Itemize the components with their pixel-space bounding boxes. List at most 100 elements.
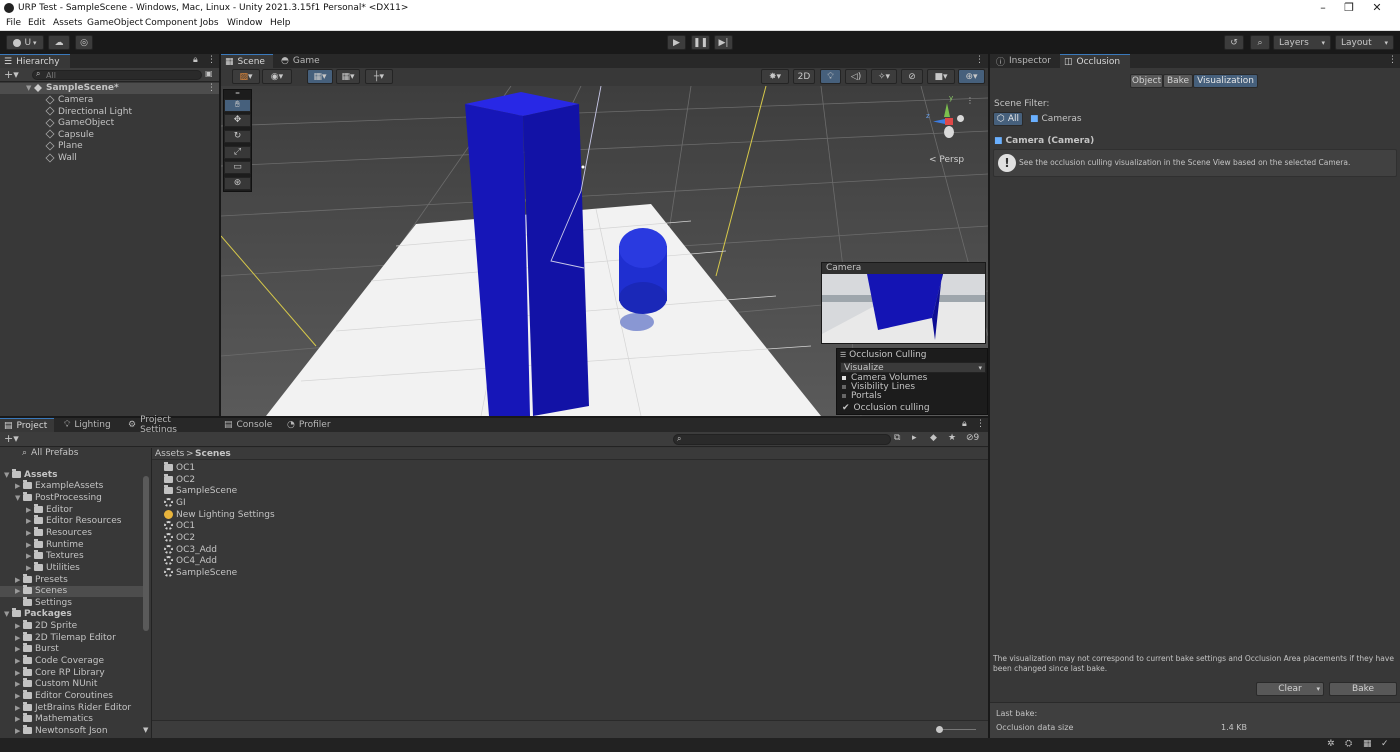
- bake-mode-button[interactable]: Bake: [1163, 74, 1193, 88]
- gizmos-dropdown[interactable]: ⊕ ▾: [958, 69, 985, 84]
- collapse-arrow-icon[interactable]: ▶: [15, 691, 23, 702]
- folder-tree-item[interactable]: ⌕ All Prefabs: [0, 448, 143, 459]
- hierarchy-item[interactable]: Plane: [0, 141, 219, 152]
- expand-arrow-icon[interactable]: ▼: [4, 609, 12, 620]
- collapse-arrow-icon[interactable]: ▶: [15, 481, 23, 492]
- visualization-mode-button[interactable]: Visualization: [1193, 74, 1258, 88]
- occlusion-culling-checkbox[interactable]: ✔ Occlusion culling: [842, 403, 930, 414]
- tree-scrollbar[interactable]: [143, 476, 149, 631]
- menu-component[interactable]: Component: [145, 18, 197, 28]
- tab-hierarchy[interactable]: ☰ Hierarchy: [0, 54, 70, 68]
- close-icon[interactable]: ✕: [1370, 1, 1384, 14]
- menu-jobs[interactable]: Jobs: [200, 18, 219, 28]
- collapse-arrow-icon[interactable]: ▶: [15, 621, 23, 632]
- collapse-arrow-icon[interactable]: ▶: [26, 551, 34, 562]
- scene-root-row[interactable]: ▼ SampleScene* ⋮: [0, 83, 219, 94]
- tab-game[interactable]: ◓ Game: [277, 54, 329, 68]
- visualize-dropdown[interactable]: Visualize ▾: [840, 362, 986, 373]
- tab-occlusion[interactable]: ◫ Occlusion: [1060, 54, 1130, 68]
- folder-tree-item[interactable]: ▶ Scenes: [0, 585, 143, 598]
- hidden-packages-toggle[interactable]: ⊘9: [966, 433, 979, 443]
- move-tool-button[interactable]: ✥: [224, 114, 251, 127]
- draw-mode-dropdown[interactable]: ▨ ▾: [232, 69, 260, 84]
- tab-project[interactable]: ▤ Project: [0, 418, 54, 432]
- gizmo-menu-icon[interactable]: ⋮: [966, 96, 974, 105]
- asset-item[interactable]: OC1: [164, 521, 195, 532]
- expand-arrow-icon[interactable]: ▼: [4, 470, 12, 481]
- more-options-icon[interactable]: ⋮: [207, 55, 216, 65]
- collapse-arrow-icon[interactable]: ▶: [15, 668, 23, 679]
- add-icon[interactable]: +▾: [4, 432, 19, 445]
- snap-increment-dropdown[interactable]: ▦ ▾: [336, 69, 360, 84]
- checkmark-icon[interactable]: ✔: [842, 403, 850, 413]
- more-options-icon[interactable]: ⋮: [976, 419, 985, 429]
- folder-tree-item[interactable]: ▶ Presets: [0, 573, 143, 586]
- hierarchy-item[interactable]: Camera: [0, 94, 219, 106]
- menu-gameobject[interactable]: GameObject: [87, 18, 143, 28]
- object-mode-button[interactable]: Object: [1130, 74, 1163, 88]
- filter-type-icon[interactable]: ▸: [912, 433, 917, 443]
- folder-tree-item[interactable]: ▼ Packages: [0, 608, 143, 620]
- hierarchy-search-input[interactable]: ⌕ All: [32, 69, 202, 80]
- projection-label[interactable]: < Persp: [929, 155, 964, 165]
- tab-scene[interactable]: ▦ Scene: [221, 54, 273, 68]
- filter-all-button[interactable]: ⬡ All: [993, 112, 1023, 126]
- tab-profiler[interactable]: ◔ Profiler: [283, 418, 333, 432]
- align-dropdown[interactable]: ┼ ▾: [365, 69, 393, 84]
- step-button[interactable]: ▶|: [714, 35, 733, 50]
- transform-tool-button[interactable]: ⊛: [224, 177, 251, 190]
- asset-item[interactable]: SampleScene: [164, 485, 237, 497]
- undo-history-button[interactable]: ↺: [1224, 35, 1244, 50]
- drag-handle-icon[interactable]: ═: [224, 90, 251, 97]
- search-button[interactable]: ⌕: [1250, 35, 1270, 50]
- cache-icon[interactable]: ⛭: [1345, 739, 1352, 749]
- tab-inspector[interactable]: ⓘ Inspector: [992, 54, 1054, 68]
- collapse-arrow-icon[interactable]: ▶: [15, 703, 23, 714]
- grid-snap-dropdown[interactable]: ▦ ▾: [307, 69, 333, 84]
- effects-dropdown[interactable]: ✧ ▾: [871, 69, 897, 84]
- camera-settings-dropdown[interactable]: ■ ▾: [927, 69, 955, 84]
- folder-tree-item[interactable]: ▶ Editor Resources: [0, 515, 143, 527]
- search-options-icon[interactable]: ▣: [205, 69, 213, 78]
- search-by-type-icon[interactable]: ⧉: [894, 433, 900, 443]
- collapse-arrow-icon[interactable]: ▶: [26, 563, 34, 574]
- folder-tree-item[interactable]: ▶ JetBrains Rider Editor: [0, 701, 143, 714]
- menu-file[interactable]: File: [6, 18, 21, 28]
- folder-tree-item[interactable]: ▶ Core RP Library: [0, 666, 143, 679]
- slider-thumb[interactable]: [936, 726, 943, 733]
- play-button[interactable]: ▶: [667, 35, 686, 50]
- audio-toggle[interactable]: ◁): [845, 69, 867, 84]
- asset-item[interactable]: OC2: [164, 532, 195, 544]
- light-toggle-dropdown[interactable]: ✸ ▾: [761, 69, 789, 84]
- account-button[interactable]: U ▾: [6, 35, 44, 50]
- tab-lighting[interactable]: 💡︎ Lighting: [60, 418, 118, 432]
- collapse-arrow-icon[interactable]: ▶: [26, 516, 34, 527]
- filter-cameras-button[interactable]: ■ Cameras: [1030, 114, 1082, 124]
- folder-tree-item[interactable]: ▶ Code Coverage: [0, 655, 143, 667]
- hidden-objects-toggle[interactable]: ⊘: [901, 69, 923, 84]
- rect-tool-button[interactable]: ▭: [224, 161, 251, 174]
- hierarchy-item[interactable]: GameObject: [0, 118, 219, 129]
- collapse-arrow-icon[interactable]: ▶: [15, 679, 23, 690]
- menu-edit[interactable]: Edit: [28, 18, 45, 28]
- gizmo-neg-x-icon[interactable]: [957, 115, 964, 122]
- expand-arrow-icon[interactable]: ▼: [15, 493, 23, 504]
- folder-tree-item[interactable]: ▶ Newtonsoft Json: [0, 724, 143, 737]
- asset-item[interactable]: OC1: [164, 462, 195, 474]
- layers-dropdown[interactable]: Layers ▾: [1273, 35, 1331, 50]
- orientation-gizmo[interactable]: y z ⋮: [921, 94, 976, 151]
- gizmo-z-icon[interactable]: [933, 119, 945, 124]
- breadcrumb-scenes[interactable]: Scenes: [195, 449, 231, 459]
- asset-item[interactable]: OC2: [164, 473, 195, 486]
- minimize-icon[interactable]: –: [1316, 1, 1330, 14]
- menu-help[interactable]: Help: [270, 18, 291, 28]
- add-icon[interactable]: +▾: [4, 68, 19, 81]
- scroll-down-icon[interactable]: ▼: [143, 726, 148, 734]
- lighting-toggle[interactable]: 💡︎: [820, 69, 841, 84]
- folder-tree-item[interactable]: ▼ Assets: [0, 468, 143, 481]
- asset-item[interactable]: New Lighting Settings: [164, 509, 275, 521]
- lighting-progress-icon[interactable]: ▦: [1363, 739, 1372, 749]
- asset-item[interactable]: SampleScene: [164, 567, 237, 579]
- tab-console[interactable]: ▤ Console: [220, 418, 272, 432]
- debug-icon[interactable]: ✲: [1327, 739, 1335, 749]
